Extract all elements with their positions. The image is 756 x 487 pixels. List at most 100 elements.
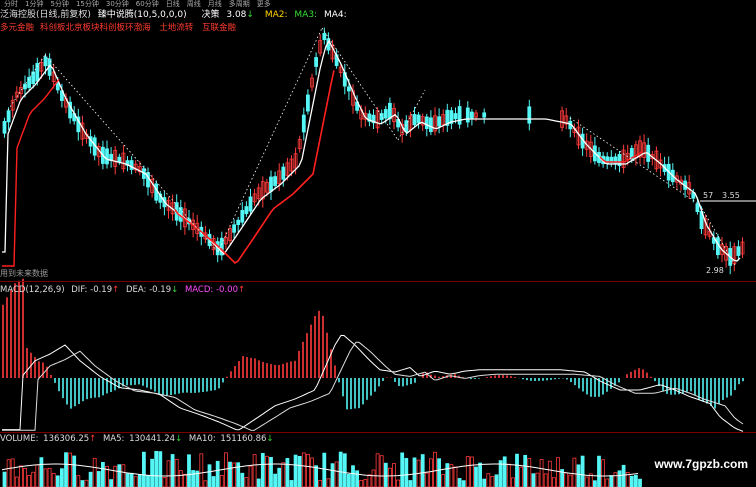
volume-header: VOLUME: 136306.25↑ MA5: 130441.24↓ MA10:…: [0, 434, 274, 444]
volume-bar: [203, 480, 208, 487]
volume-bar: [318, 480, 323, 487]
volume-bar: [14, 476, 19, 487]
macd-dea-line: [2, 341, 744, 431]
volume-bar: [474, 466, 478, 487]
volume-bar: [379, 455, 384, 487]
volume-bar: [519, 466, 523, 487]
volume-bar: [133, 476, 138, 487]
volume-bar: [207, 464, 212, 487]
volume-bar: [322, 452, 327, 487]
volume-bar: [141, 451, 146, 487]
volume-bar: [23, 468, 27, 487]
volume-bar: [273, 473, 278, 487]
volume-bar: [31, 471, 36, 487]
volume-bar: [18, 465, 23, 487]
kline-chart[interactable]: [0, 0, 756, 487]
volume-bar: [215, 460, 220, 487]
candle-body: [273, 176, 278, 186]
volume-bar: [515, 453, 519, 487]
candle-body: [117, 156, 122, 163]
volume-bar: [281, 462, 286, 487]
candle-body: [695, 203, 700, 212]
dif-value: -0.19: [90, 285, 113, 295]
volume-bar: [264, 455, 269, 487]
volume-bar: [510, 477, 515, 487]
volume-bar: [576, 464, 581, 487]
candle-body: [469, 111, 474, 119]
volume-bar: [39, 457, 44, 487]
dea-value: -0.19: [149, 285, 172, 295]
volume-bar: [182, 473, 187, 487]
volume-bar: [334, 461, 339, 487]
candle-body: [269, 176, 273, 192]
volume-bar: [428, 458, 433, 487]
volume-bar: [556, 457, 560, 487]
volume-bar: [211, 476, 216, 487]
candle-body: [154, 183, 159, 201]
volume-bar: [547, 460, 552, 487]
macd-title[interactable]: MACD(12,26,9): [0, 285, 65, 295]
volume-bar: [453, 466, 458, 487]
volume-bar: [51, 472, 56, 487]
volume-bar: [80, 480, 85, 487]
volume-bar: [252, 454, 257, 487]
volume-bar: [285, 458, 290, 487]
volume-bar: [490, 476, 495, 487]
volume-bar: [531, 473, 536, 487]
volume-bar: [150, 458, 155, 487]
volume-bar: [613, 472, 618, 487]
volume-bar: [355, 470, 360, 487]
trend-line: [7, 54, 46, 111]
volume-bar: [502, 456, 507, 487]
volume-bar: [346, 473, 351, 487]
volume-bar: [396, 479, 401, 487]
candle-body: [27, 76, 32, 88]
volume-bar: [408, 480, 413, 487]
volume-bar: [506, 463, 511, 487]
volume-bar: [27, 475, 32, 487]
volume-bar: [35, 464, 40, 487]
volume-bar: [6, 459, 11, 487]
volume-bar: [219, 474, 224, 487]
volume-bar: [256, 478, 261, 487]
volume-bar: [289, 480, 294, 487]
macd-header: MACD(12,26,9) DIF: -0.19↑ DEA: -0.19↓ MA…: [0, 285, 246, 295]
candle-body: [281, 166, 286, 180]
volume-bar: [605, 478, 610, 487]
volume-bar: [371, 469, 376, 487]
volume-bar: [342, 453, 347, 487]
dif-label: DIF:: [71, 285, 88, 295]
price-high-label: 57: [703, 191, 714, 200]
candle-body: [248, 196, 253, 212]
volume-bar: [68, 452, 72, 487]
candle-body: [43, 56, 48, 67]
candle-body: [387, 102, 392, 120]
volume-title[interactable]: VOLUME:: [0, 434, 38, 444]
trend-line: [569, 117, 701, 206]
candle-body: [314, 57, 319, 67]
volume-bar: [363, 479, 368, 487]
volume-bar: [60, 468, 64, 487]
volume-bar: [129, 472, 134, 487]
volume-bar: [223, 452, 228, 487]
volume-bar: [314, 465, 319, 487]
candle-body: [236, 219, 241, 226]
volume-bar: [580, 455, 585, 487]
volume-bar: [539, 459, 544, 487]
volume-bar: [137, 474, 142, 487]
volume-bar: [387, 467, 392, 487]
ma5-value: 130441.24: [129, 434, 176, 444]
volume-bar: [445, 463, 450, 487]
ma5-label: MA5:: [102, 434, 125, 444]
volume-bar: [244, 477, 249, 487]
volume-bar: [465, 456, 470, 487]
candle-body: [424, 116, 429, 130]
volume-bar: [597, 455, 601, 487]
trend-line: [321, 27, 399, 141]
volume-bar: [277, 467, 282, 487]
candle-body: [244, 206, 249, 215]
candle-body: [383, 109, 388, 119]
volume-bar: [293, 454, 298, 487]
volume-bar: [191, 470, 196, 487]
volume-bar: [109, 479, 113, 487]
